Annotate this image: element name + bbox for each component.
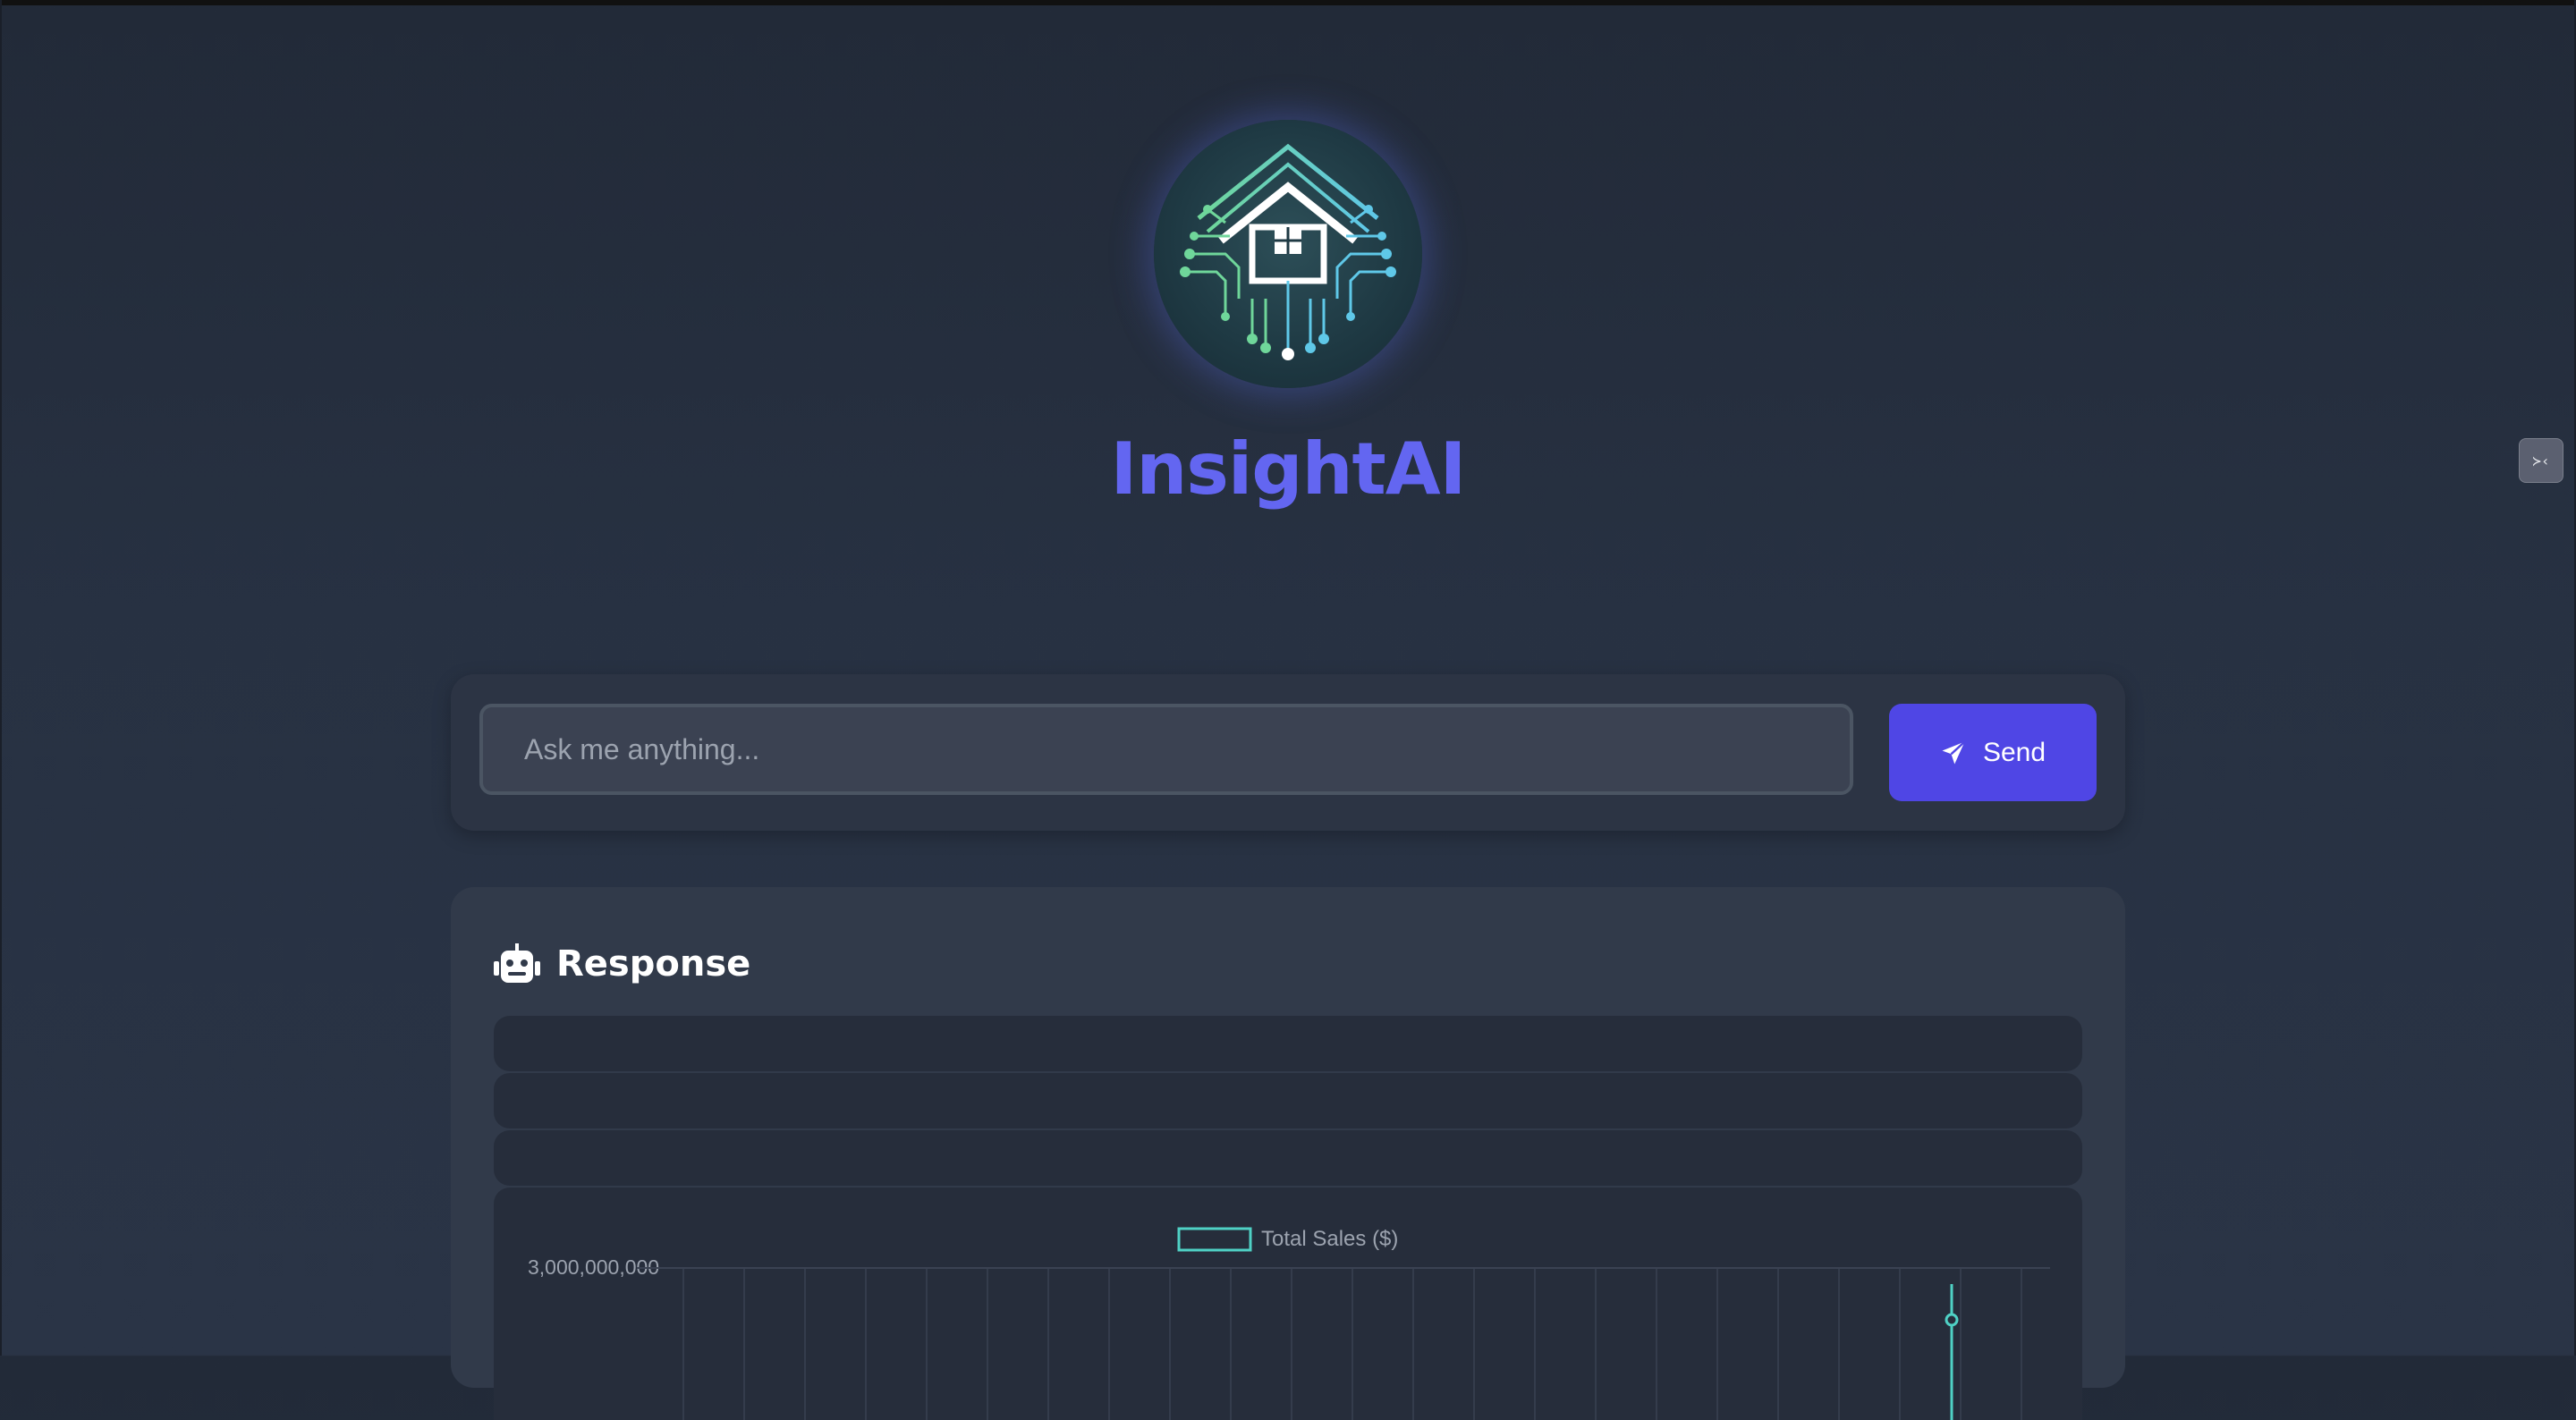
paper-plane-icon bbox=[1942, 740, 1966, 764]
response-header: Response bbox=[494, 939, 750, 989]
response-card: Response Total Sales ($) 3,000,000,000 bbox=[451, 887, 2125, 1420]
app-title: InsightAI bbox=[1110, 427, 1467, 511]
robot-icon bbox=[494, 943, 540, 983]
side-panel-toggle[interactable]: ≻‹ bbox=[2519, 438, 2563, 483]
sales-chart: Total Sales ($) 3,000,000,000 bbox=[494, 1188, 2082, 1420]
window-top-edge bbox=[0, 0, 2576, 5]
search-card: Send bbox=[451, 674, 2125, 831]
response-row bbox=[494, 1130, 2082, 1186]
side-panel-toggle-label: ≻‹ bbox=[2532, 452, 2550, 469]
response-row bbox=[494, 1016, 2082, 1071]
send-button-label: Send bbox=[1982, 737, 2046, 767]
legend-label: Total Sales ($) bbox=[1261, 1227, 1398, 1251]
chart-canvas: Total Sales ($) 3,000,000,000 bbox=[528, 1227, 2050, 1420]
response-title: Response bbox=[556, 943, 751, 985]
app-logo bbox=[1154, 120, 1422, 388]
search-input[interactable] bbox=[479, 704, 1853, 795]
circuit-house-logo-icon bbox=[1180, 143, 1396, 360]
legend-swatch bbox=[1177, 1227, 1252, 1252]
send-button[interactable]: Send bbox=[1889, 704, 2097, 801]
data-point bbox=[1945, 1313, 1959, 1327]
window-left-edge bbox=[0, 0, 2, 1356]
response-row bbox=[494, 1073, 2082, 1128]
